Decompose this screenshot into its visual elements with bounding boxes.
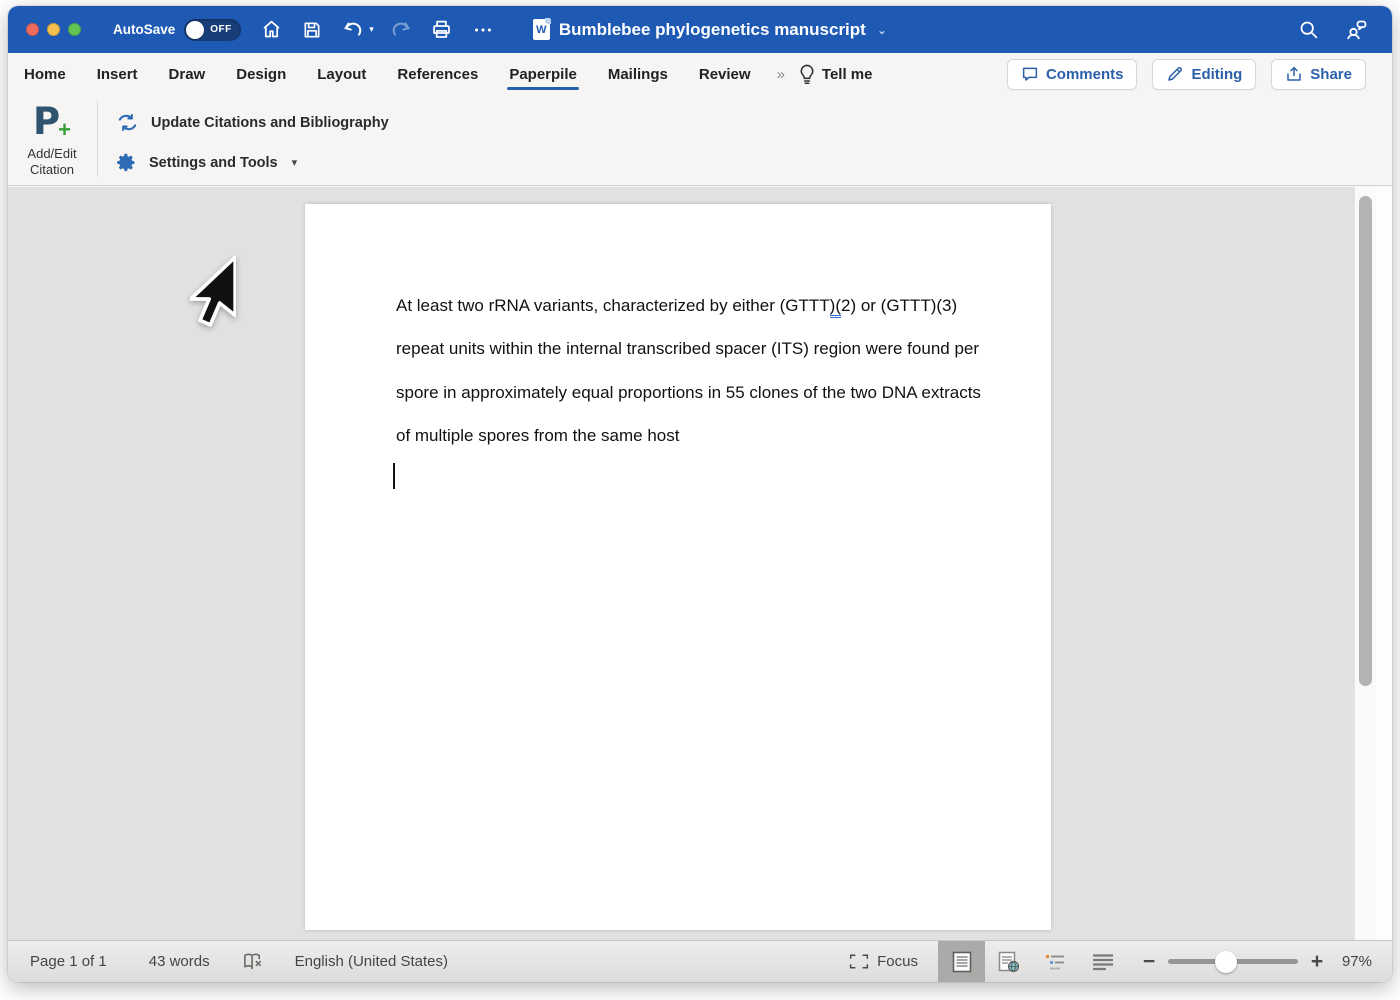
tab-overflow-chevrons-icon[interactable]: »: [777, 66, 783, 83]
tab-design[interactable]: Design: [236, 57, 286, 92]
settings-chevron-down-icon: ▾: [292, 156, 298, 169]
proofing-errors-icon[interactable]: [242, 951, 265, 972]
document-title: Bumblebee phylogenetics manuscript: [559, 20, 866, 40]
zoom-slider[interactable]: [1168, 959, 1298, 964]
document-text[interactable]: At least two rRNA variants, characterize…: [396, 284, 981, 458]
document-title-chevron-icon: ⌄: [877, 23, 887, 37]
tell-me-label: Tell me: [822, 66, 873, 83]
pencil-icon: [1166, 65, 1184, 83]
zoom-out-button[interactable]: −: [1138, 950, 1160, 974]
draft-view-icon: [1091, 952, 1115, 972]
web-layout-icon: [997, 950, 1021, 974]
language-indicator[interactable]: English (United States): [295, 953, 448, 970]
editing-button[interactable]: Editing: [1152, 59, 1256, 90]
contacts-icon[interactable]: [1342, 16, 1370, 44]
tab-insert[interactable]: Insert: [97, 57, 138, 92]
print-layout-icon: [951, 950, 973, 974]
outline-view-button[interactable]: [1032, 941, 1079, 982]
comments-button[interactable]: Comments: [1007, 59, 1138, 90]
window-right-strip: [1376, 187, 1392, 940]
redo-icon: [387, 16, 415, 44]
zoom-window-button[interactable]: [68, 23, 81, 36]
undo-dropdown-chevron-icon[interactable]: ▾: [369, 24, 374, 35]
home-icon[interactable]: [257, 16, 285, 44]
word-count[interactable]: 43 words: [149, 953, 210, 970]
text-line-4[interactable]: of multiple spores from the same host: [396, 414, 981, 457]
paperpile-ribbon: P+ Add/Edit Citation Update Citations an…: [8, 95, 1392, 186]
text-line-3[interactable]: spore in approximately equal proportions…: [396, 371, 981, 414]
tab-home[interactable]: Home: [24, 57, 66, 92]
scrollbar-thumb[interactable]: [1359, 196, 1372, 686]
undo-group[interactable]: ▾: [339, 16, 374, 44]
autosave-state: OFF: [210, 24, 232, 35]
ribbon-tab-row: Home Insert Draw Design Layout Reference…: [8, 53, 1392, 95]
gear-icon: [116, 152, 137, 173]
tab-references[interactable]: References: [397, 57, 478, 92]
sync-icon: [116, 111, 139, 134]
word-window: AutoSave OFF ▾: [8, 6, 1392, 982]
draft-view-button[interactable]: [1079, 941, 1126, 982]
statusbar: Page 1 of 1 43 words English (United Sta…: [8, 940, 1392, 982]
add-edit-citation-label: Add/Edit Citation: [27, 146, 76, 178]
outline-view-icon: [1044, 951, 1068, 973]
update-citations-label: Update Citations and Bibliography: [151, 115, 389, 131]
print-icon[interactable]: [428, 16, 456, 44]
tab-paperpile[interactable]: Paperpile: [509, 57, 577, 92]
focus-icon: [849, 953, 869, 970]
web-layout-view-button[interactable]: [985, 941, 1032, 982]
view-switcher: [938, 941, 1126, 982]
settings-tools-button[interactable]: Settings and Tools ▾: [108, 148, 305, 177]
share-icon: [1285, 65, 1303, 83]
document-page[interactable]: At least two rRNA variants, characterize…: [305, 204, 1051, 930]
add-edit-citation-button[interactable]: P+ Add/Edit Citation: [16, 99, 88, 181]
autosave-label: AutoSave: [113, 22, 175, 37]
titlebar: AutoSave OFF ▾: [8, 6, 1392, 53]
close-window-button[interactable]: [26, 23, 39, 36]
text-line-1[interactable]: At least two rRNA variants, characterize…: [396, 284, 981, 327]
zoom-control: − + 97%: [1138, 950, 1372, 974]
zoom-percentage[interactable]: 97%: [1328, 953, 1372, 970]
tab-draw[interactable]: Draw: [169, 57, 206, 92]
traffic-lights: [26, 23, 81, 36]
tab-layout[interactable]: Layout: [317, 57, 366, 92]
minimize-window-button[interactable]: [47, 23, 60, 36]
focus-button[interactable]: Focus: [849, 953, 918, 970]
text-cursor-caret: [393, 463, 395, 489]
mouse-pointer-icon: [190, 255, 236, 327]
share-button[interactable]: Share: [1271, 59, 1366, 90]
tab-review[interactable]: Review: [699, 57, 751, 92]
ribbon-divider: [97, 101, 98, 177]
page-count[interactable]: Page 1 of 1: [30, 953, 107, 970]
vertical-scrollbar[interactable]: [1354, 187, 1376, 940]
autosave-toggle[interactable]: OFF: [184, 19, 241, 41]
print-layout-view-button[interactable]: [938, 941, 985, 982]
zoom-slider-thumb[interactable]: [1215, 951, 1237, 973]
word-document-icon: W: [533, 19, 550, 40]
document-canvas[interactable]: At least two rRNA variants, characterize…: [8, 187, 1392, 940]
paperpile-logo-icon: P+: [33, 103, 71, 143]
document-title-menu[interactable]: W Bumblebee phylogenetics manuscript ⌄: [533, 19, 887, 40]
autosave-toggle-knob: [186, 21, 204, 39]
comment-icon: [1021, 65, 1039, 83]
tell-me-button[interactable]: Tell me: [799, 64, 873, 85]
tab-mailings[interactable]: Mailings: [608, 57, 668, 92]
lightbulb-icon: [799, 64, 815, 85]
search-icon[interactable]: [1294, 16, 1322, 44]
text-line-2[interactable]: repeat units within the internal transcr…: [396, 327, 981, 370]
undo-icon[interactable]: [339, 16, 367, 44]
zoom-in-button[interactable]: +: [1306, 950, 1328, 974]
settings-tools-label: Settings and Tools: [149, 155, 278, 171]
grammar-flagged-text[interactable]: )(: [830, 296, 841, 318]
update-citations-button[interactable]: Update Citations and Bibliography: [108, 107, 397, 138]
more-icon[interactable]: [469, 16, 497, 44]
focus-label: Focus: [877, 953, 918, 970]
save-icon[interactable]: [298, 16, 326, 44]
